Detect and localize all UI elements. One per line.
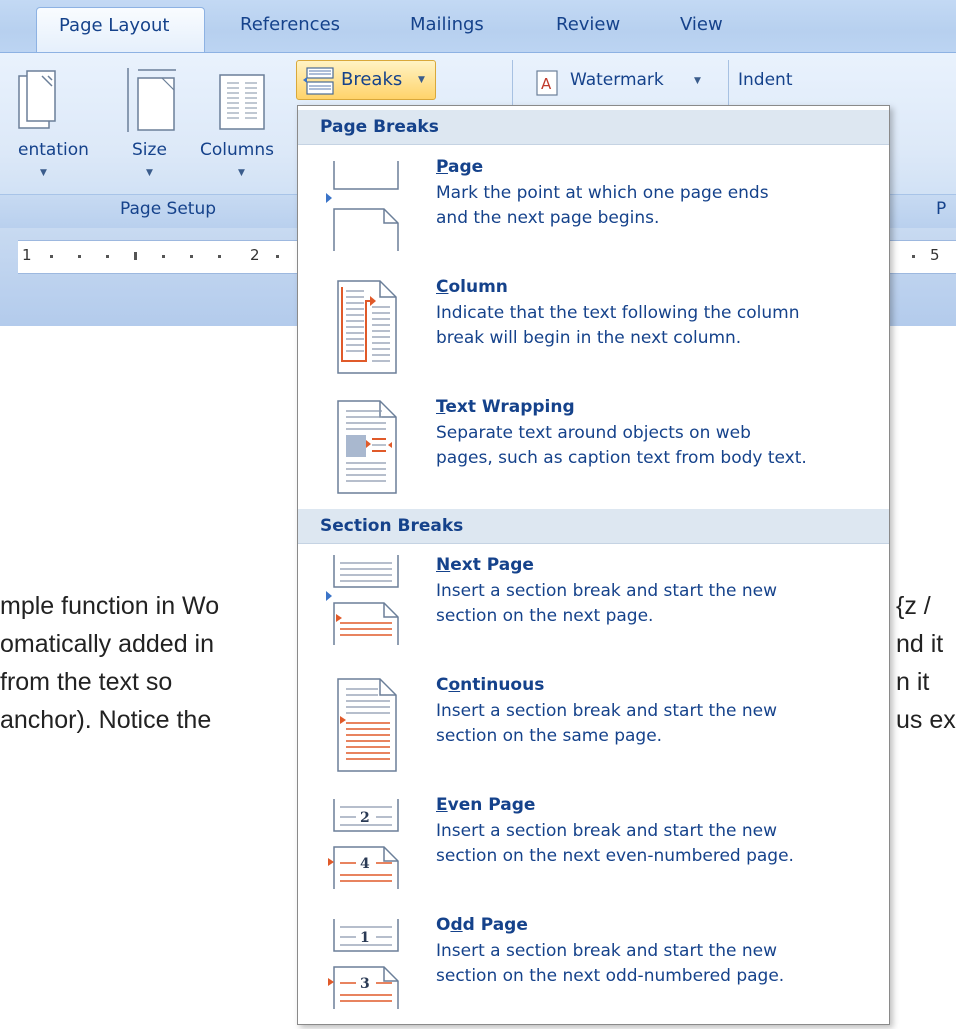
tab-label: Page Layout bbox=[59, 15, 170, 36]
menu-item-description: Mark the point at which one page ends bbox=[436, 183, 769, 203]
chevron-down-icon: ▼ bbox=[40, 168, 47, 178]
menu-item-description: Insert a section break and start the new bbox=[436, 941, 777, 961]
menu-item-title: Page bbox=[436, 157, 484, 177]
menu-item-description: Separate text around objects on web bbox=[436, 423, 751, 443]
ruler-number: 5 bbox=[930, 246, 940, 264]
menu-item-column[interactable]: Column Indicate that the text following … bbox=[298, 271, 889, 391]
ribbon-tab-strip: Page Layout References Mailings Review V… bbox=[0, 0, 956, 57]
breaks-label: Breaks bbox=[341, 69, 403, 90]
page-break-icon bbox=[326, 161, 399, 251]
page-breaks-header: Page Breaks bbox=[298, 110, 889, 145]
menu-item-description: break will begin in the next column. bbox=[436, 328, 742, 348]
menu-item-title: Column bbox=[436, 277, 508, 297]
ruler-tick bbox=[218, 255, 221, 258]
odd-page-icon: 1 3 bbox=[328, 919, 399, 1009]
even-page-icon: 2 4 bbox=[328, 799, 399, 889]
size-icon bbox=[127, 68, 176, 132]
menu-item-continuous[interactable]: Continuous Insert a section break and st… bbox=[298, 669, 889, 789]
indent-label: Indent bbox=[738, 70, 793, 90]
menu-item-description: section on the next even-numbered page. bbox=[436, 846, 794, 866]
chevron-down-icon: ▼ bbox=[146, 168, 153, 178]
menu-item-description: section on the next page. bbox=[436, 606, 654, 626]
menu-item-page[interactable]: Page Mark the point at which one page en… bbox=[298, 151, 889, 271]
chevron-down-icon: ▼ bbox=[694, 76, 701, 86]
ruler-number: 1 bbox=[22, 246, 32, 264]
watermark-icon: A bbox=[536, 70, 558, 96]
orientation-label: entation bbox=[18, 140, 89, 160]
menu-item-odd-page[interactable]: 1 3 Odd Page Insert a section break and … bbox=[298, 909, 889, 1029]
columns-label: Columns bbox=[200, 140, 274, 160]
menu-item-text-wrapping[interactable]: Text Wrapping Separate text around objec… bbox=[298, 391, 889, 511]
ruler-tick bbox=[50, 255, 53, 258]
svg-text:A: A bbox=[541, 75, 552, 93]
svg-text:2: 2 bbox=[360, 810, 370, 826]
menu-item-description: Insert a section break and start the new bbox=[436, 581, 777, 601]
menu-item-description: section on the next odd-numbered page. bbox=[436, 966, 785, 986]
text-wrapping-icon bbox=[337, 400, 397, 494]
svg-text:3: 3 bbox=[360, 976, 370, 992]
ruler-tick bbox=[78, 255, 81, 258]
orientation-icon bbox=[18, 70, 56, 129]
size-label: Size bbox=[132, 140, 167, 160]
menu-item-title: Continuous bbox=[436, 675, 545, 695]
menu-item-description: Insert a section break and start the new bbox=[436, 701, 777, 721]
tab-mailings[interactable]: Mailings bbox=[410, 14, 484, 35]
breaks-icon bbox=[303, 67, 334, 95]
svg-text:1: 1 bbox=[360, 930, 370, 946]
section-breaks-header: Section Breaks bbox=[298, 509, 889, 544]
ruler-number: 2 bbox=[250, 246, 260, 264]
menu-item-even-page[interactable]: 2 4 Even Page Insert a section break and… bbox=[298, 789, 889, 909]
columns-icon bbox=[219, 74, 265, 130]
breaks-button[interactable]: Breaks ▼ bbox=[296, 60, 436, 100]
watermark-label: Watermark bbox=[570, 70, 664, 90]
menu-item-next-page[interactable]: Next Page Insert a section break and sta… bbox=[298, 549, 889, 669]
menu-item-title: Even Page bbox=[436, 795, 536, 815]
ruler-tick bbox=[276, 255, 279, 258]
svg-text:4: 4 bbox=[360, 856, 370, 872]
menu-item-title: Text Wrapping bbox=[436, 397, 575, 417]
menu-item-title: Odd Page bbox=[436, 915, 528, 935]
menu-item-title: Next Page bbox=[436, 555, 534, 575]
menu-item-description: pages, such as caption text from body te… bbox=[436, 448, 807, 468]
continuous-icon bbox=[337, 678, 397, 772]
menu-item-description: and the next page begins. bbox=[436, 208, 660, 228]
page-setup-group-caption: Page Setup bbox=[120, 199, 217, 219]
column-break-icon bbox=[337, 280, 397, 374]
tab-review[interactable]: Review bbox=[556, 14, 620, 35]
ruler-tick bbox=[912, 255, 915, 258]
next-page-icon bbox=[326, 555, 399, 645]
ruler-tick bbox=[134, 252, 137, 260]
tab-page-layout[interactable]: Page Layout bbox=[36, 7, 205, 57]
ruler-tick bbox=[106, 255, 109, 258]
chevron-down-icon: ▼ bbox=[238, 168, 245, 178]
ruler-tick bbox=[162, 255, 165, 258]
tab-references[interactable]: References bbox=[240, 14, 340, 35]
menu-item-description: section on the same page. bbox=[436, 726, 663, 746]
paragraph-group-caption: P bbox=[936, 199, 947, 219]
breaks-dropdown-menu: Page Breaks Page Mark the point at which… bbox=[297, 105, 890, 1025]
chevron-down-icon: ▼ bbox=[418, 75, 425, 85]
menu-item-description: Insert a section break and start the new bbox=[436, 821, 777, 841]
ruler-tick bbox=[190, 255, 193, 258]
menu-item-description: Indicate that the text following the col… bbox=[436, 303, 800, 323]
tab-view[interactable]: View bbox=[680, 14, 723, 35]
